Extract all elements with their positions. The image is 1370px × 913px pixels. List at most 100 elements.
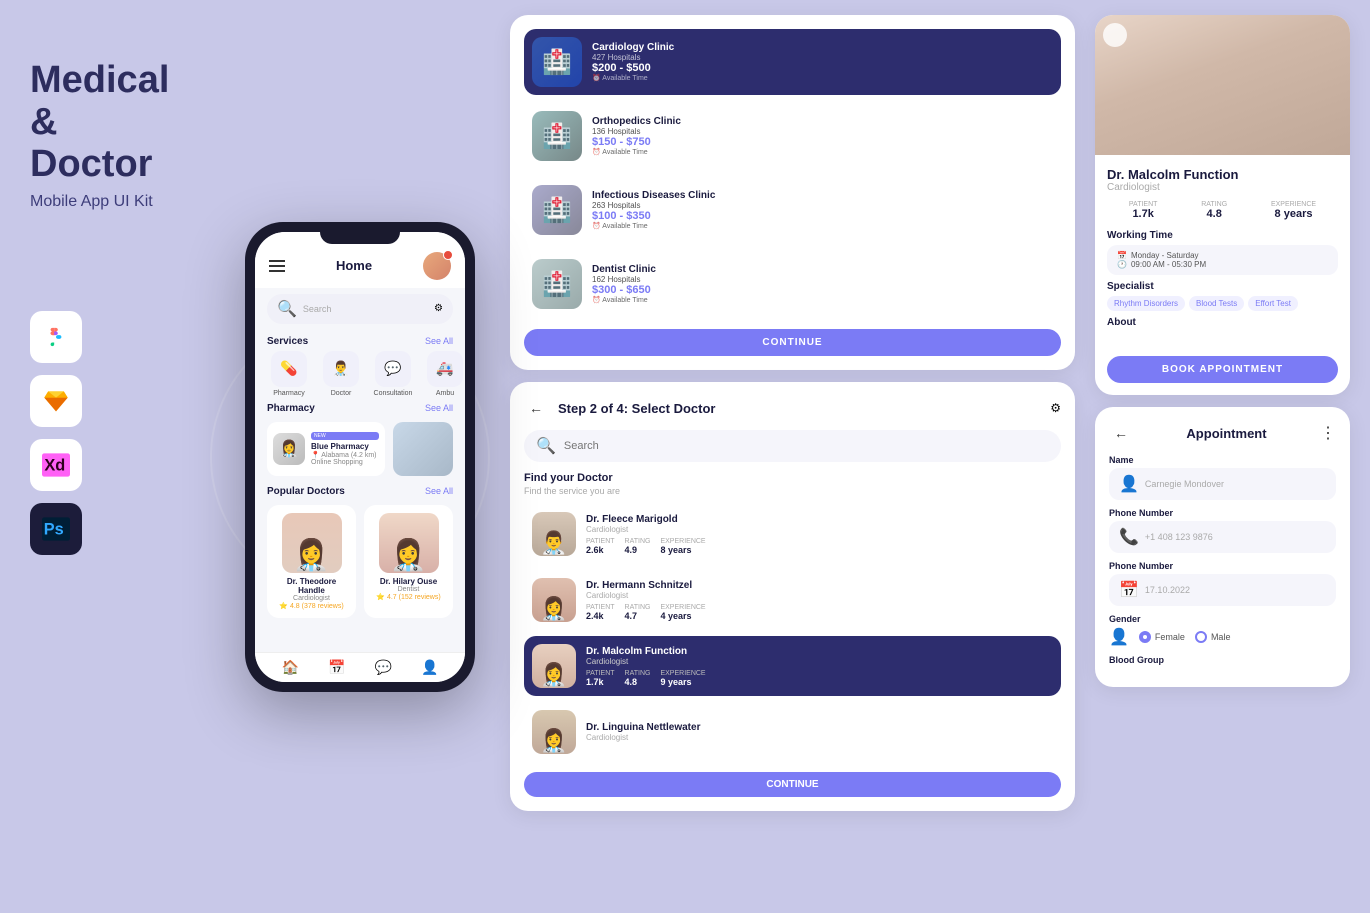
- doctor-3-info: Dr. Malcolm Function Cardiologist PATIEN…: [586, 646, 1053, 687]
- service-ambulance[interactable]: 🚑 Ambu: [423, 351, 465, 397]
- infectious-avail: ⏰ Available Time: [592, 222, 1053, 230]
- gender-female-label: Female: [1155, 632, 1185, 642]
- doctor-2-info: Dr. Hermann Schnitzel Cardiologist PATIE…: [586, 580, 1053, 621]
- gender-male[interactable]: Male: [1195, 631, 1231, 643]
- service-pharmacy-label: Pharmacy: [273, 390, 305, 397]
- pharmacy-see-all[interactable]: See All: [425, 403, 453, 414]
- appointment-card: ← Appointment ⋮ Name 👤 Carnegie Mondover…: [1095, 407, 1350, 687]
- working-hours-text: 09:00 AM - 05:30 PM: [1131, 260, 1206, 269]
- nav-profile[interactable]: 👤: [421, 659, 438, 676]
- services-see-all[interactable]: See All: [425, 336, 453, 347]
- back-button[interactable]: ←: [524, 396, 548, 420]
- calendar-icon: 📅: [1119, 580, 1139, 600]
- date-field: Phone Number 📅 17.10.2022: [1109, 561, 1336, 606]
- doctors-grid: 👩‍⚕️ Dr. Theodore Handle Cardiologist ⭐ …: [255, 501, 465, 622]
- gender-options: 👤 Female Male: [1109, 627, 1336, 647]
- filter-icon-step[interactable]: ⚙: [1050, 401, 1061, 415]
- user-avatar[interactable]: [423, 252, 451, 280]
- services-row: 💊 Pharmacy 👨‍⚕️ Doctor 💬 Consultation 🚑 …: [255, 351, 465, 397]
- doctor-list-item-1[interactable]: 👨‍⚕️ Dr. Fleece Marigold Cardiologist PA…: [524, 504, 1061, 564]
- service-doctor[interactable]: 👨‍⚕️ Doctor: [319, 351, 363, 397]
- clinics-continue-btn[interactable]: CONTINUE: [524, 329, 1061, 356]
- gender-label: Gender: [1109, 614, 1336, 624]
- profile-back-button[interactable]: ←: [1103, 23, 1127, 47]
- clinic-orthopedics[interactable]: 🏥 Orthopedics Clinic 136 Hospitals $150 …: [524, 103, 1061, 169]
- figma-icon: [30, 311, 82, 363]
- select-doctor-continue-btn[interactable]: CONTINUE: [524, 772, 1061, 797]
- gender-field: Gender 👤 Female Male: [1109, 614, 1336, 647]
- phone-notch: [320, 222, 400, 244]
- pharmacy-header: Pharmacy See All: [255, 397, 465, 418]
- working-days: 📅 Monday - Saturday: [1117, 251, 1328, 260]
- step-title: Step 2 of 4: Select Doctor: [558, 401, 715, 416]
- popular-doctors-see-all[interactable]: See All: [425, 486, 453, 497]
- phone-icon: 📞: [1119, 527, 1139, 547]
- dentist-img: 🏥: [532, 259, 582, 309]
- gender-female[interactable]: Female: [1139, 631, 1185, 643]
- dentist-avail: ⏰ Available Time: [592, 296, 1053, 304]
- blood-group-field: Blood Group: [1109, 655, 1336, 665]
- radio-male[interactable]: [1195, 631, 1207, 643]
- filter-icon[interactable]: ⚙: [434, 303, 443, 314]
- clinic-infectious-info: Infectious Diseases Clinic 263 Hospitals…: [592, 190, 1053, 230]
- doctor-list-item-3[interactable]: 👩‍⚕️ Dr. Malcolm Function Cardiologist P…: [524, 636, 1061, 696]
- pharmacy-card-2[interactable]: [393, 422, 453, 476]
- doctor-4-list-spec: Cardiologist: [586, 733, 1053, 742]
- service-consultation[interactable]: 💬 Consultation: [371, 351, 415, 397]
- dentist-name: Dentist Clinic: [592, 264, 1053, 275]
- doctor-search-bar[interactable]: 🔍: [524, 430, 1061, 462]
- orthopedics-count: 136 Hospitals: [592, 127, 1053, 136]
- doctor-list-item-2[interactable]: 👩‍⚕️ Dr. Hermann Schnitzel Cardiologist …: [524, 570, 1061, 630]
- profile-info: Dr. Malcolm Function Cardiologist PATIEN…: [1095, 155, 1350, 395]
- nav-chat[interactable]: 💬: [375, 659, 392, 676]
- doctor-1-spec: Cardiologist: [293, 595, 330, 602]
- clinic-dentist[interactable]: 🏥 Dentist Clinic 162 Hospitals $300 - $6…: [524, 251, 1061, 317]
- nav-calendar[interactable]: 📅: [328, 659, 345, 676]
- date-input[interactable]: 📅 17.10.2022: [1109, 574, 1336, 606]
- pharmacy-icon: 💊: [271, 351, 307, 387]
- radio-female[interactable]: [1139, 631, 1151, 643]
- phone-label: Phone Number: [1109, 508, 1336, 518]
- appointment-menu-icon[interactable]: ⋮: [1320, 423, 1336, 443]
- doctor-1-list-spec: Cardiologist: [586, 525, 1053, 534]
- doctor-card-1[interactable]: 👩‍⚕️ Dr. Theodore Handle Cardiologist ⭐ …: [267, 505, 356, 618]
- working-time-box: 📅 Monday - Saturday 🕐 09:00 AM - 05:30 P…: [1107, 245, 1338, 275]
- pharmacy-info: NEW Blue Pharmacy 📍 Alabama (4.2 km) Onl…: [311, 432, 379, 466]
- doctor-list-item-4[interactable]: 👩‍⚕️ Dr. Linguina Nettlewater Cardiologi…: [524, 702, 1061, 762]
- name-input[interactable]: 👤 Carnegie Mondover: [1109, 468, 1336, 500]
- nav-home[interactable]: 🏠: [282, 659, 299, 676]
- left-panel: Medical & Doctor Mobile App UI Kit: [0, 0, 220, 913]
- doctor-2-name: Dr. Hilary Ouse: [380, 577, 437, 586]
- service-consultation-label: Consultation: [374, 390, 413, 397]
- clinic-infectious[interactable]: 🏥 Infectious Diseases Clinic 263 Hospita…: [524, 177, 1061, 243]
- profile-name: Dr. Malcolm Function: [1107, 167, 1338, 182]
- phone-input[interactable]: 📞 +1 408 123 9876: [1109, 521, 1336, 553]
- hamburger-menu[interactable]: [269, 260, 285, 272]
- doctor-2-rating: ⭐ 4.7 (152 reviews): [376, 593, 440, 601]
- book-appointment-btn[interactable]: BOOK APPOINTMENT: [1107, 356, 1338, 383]
- stat-experience: EXPERIENCE 8 years: [1271, 201, 1316, 220]
- phone-value: +1 408 123 9876: [1145, 532, 1213, 542]
- doctor-card-2[interactable]: 👩‍⚕️ Dr. Hilary Ouse Dentist ⭐ 4.7 (152 …: [364, 505, 453, 618]
- infectious-name: Infectious Diseases Clinic: [592, 190, 1053, 201]
- stat-exp-value: 8 years: [1271, 208, 1316, 220]
- clinic-cardiology[interactable]: 🏥 Cardiology Clinic 427 Hospitals $200 -…: [524, 29, 1061, 95]
- doctor-1-avatar: 👨‍⚕️: [532, 512, 576, 556]
- right-area: ← 👩‍⚕️ Dr. Malcolm Function Cardiologist…: [1090, 0, 1370, 913]
- pharmacy-card-1[interactable]: 👩‍⚕️ NEW Blue Pharmacy 📍 Alabama (4.2 km…: [267, 422, 385, 476]
- gender-male-label: Male: [1211, 632, 1231, 642]
- dentist-count: 162 Hospitals: [592, 275, 1053, 284]
- service-pharmacy[interactable]: 💊 Pharmacy: [267, 351, 311, 397]
- stat-exp-label: EXPERIENCE: [1271, 201, 1316, 208]
- appointment-back-btn[interactable]: ←: [1109, 421, 1133, 445]
- specialist-tags: Rhythm Disorders Blood Tests Effort Test: [1107, 296, 1338, 311]
- person-icon-2: 👤: [1109, 627, 1129, 647]
- doctor-search-input[interactable]: [564, 440, 1049, 452]
- phone-device: Home 🔍 Search ⚙ Services See All 💊 Pharm…: [245, 222, 475, 692]
- blood-label: Blood Group: [1109, 655, 1336, 665]
- doctor-1-img: 👩‍⚕️: [282, 513, 342, 573]
- services-title: Services: [267, 336, 308, 347]
- ambulance-icon: 🚑: [427, 351, 463, 387]
- phone-search-bar[interactable]: 🔍 Search ⚙: [267, 294, 453, 324]
- doctor-3-stats: PATIENT1.7k RATING4.8 EXPERIENCE9 years: [586, 670, 1053, 687]
